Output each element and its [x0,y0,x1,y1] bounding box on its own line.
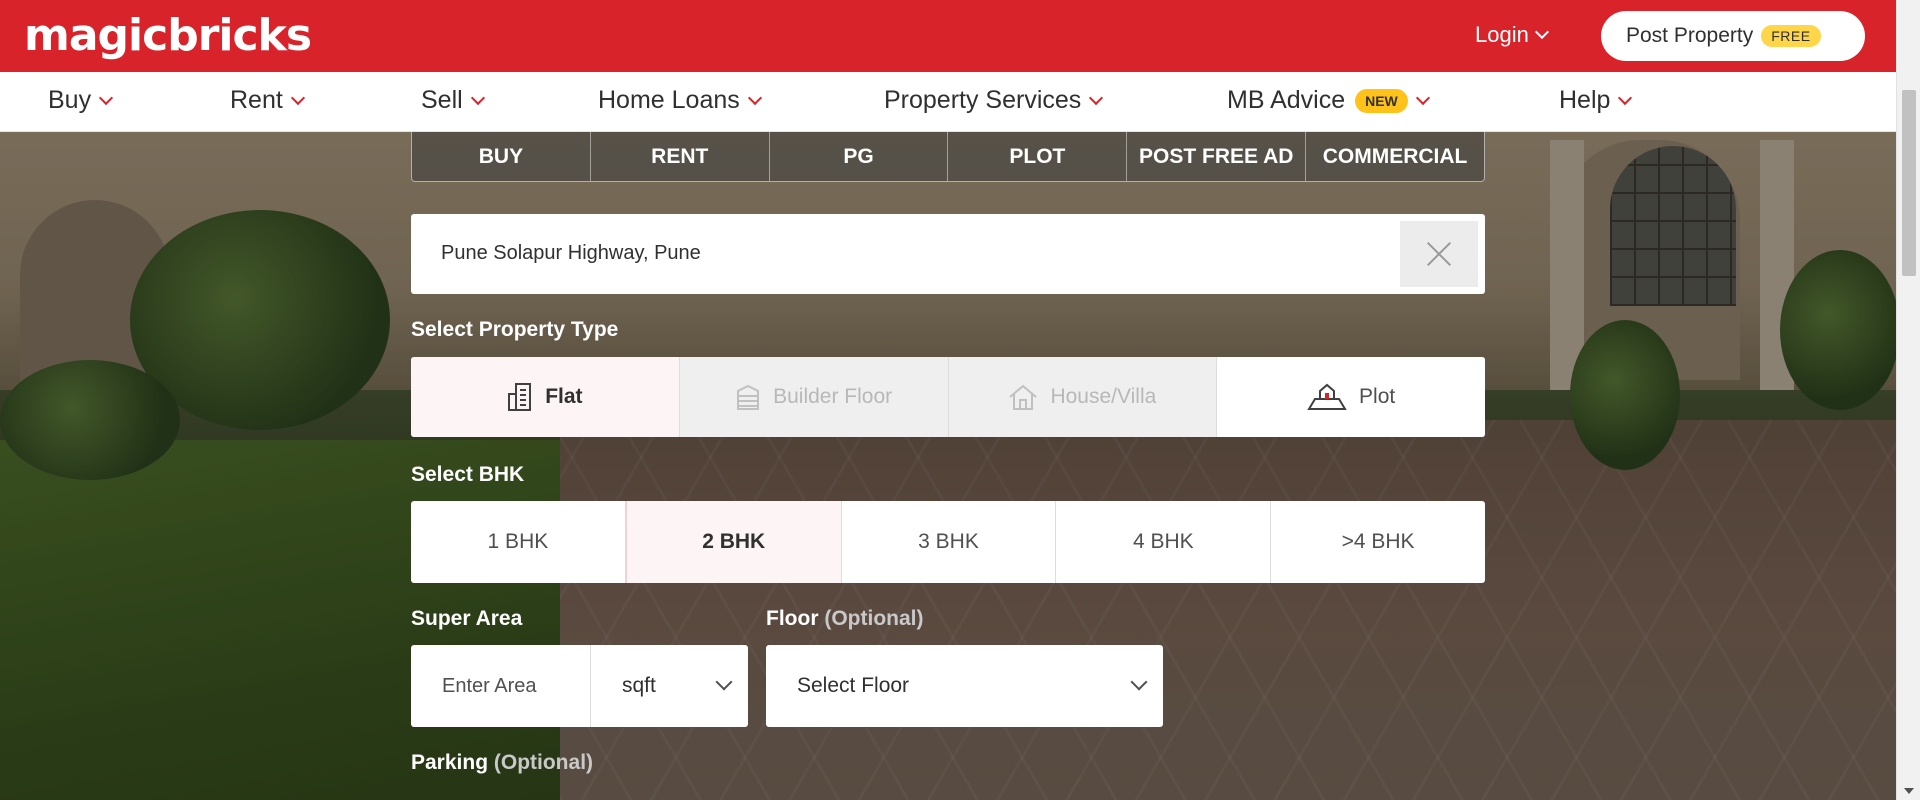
post-property-label: Post Property [1626,24,1754,47]
tab-buy[interactable]: BUY [412,132,591,181]
property-type-builder-floor[interactable]: Builder Floor [679,357,949,437]
tab-pg[interactable]: PG [770,132,949,181]
property-type-plot[interactable]: Plot [1217,357,1485,437]
parking-label-text: Parking [411,751,489,774]
bhk-option-1[interactable]: 1 BHK [411,501,626,583]
bhk-option-4[interactable]: 4 BHK [1056,501,1272,583]
nav-item-label: Rent [230,86,283,114]
nav-item-rent[interactable]: Rent [230,86,305,115]
chevron-down-icon [715,673,733,691]
main-nav: Buy Rent Sell Home Loans Property Servic… [0,72,1896,132]
floor-select[interactable]: Select Floor [766,645,1163,727]
area-unit-select[interactable]: sqft [591,645,748,727]
scrollbar-thumb[interactable] [1902,90,1916,276]
nav-item-label: Sell [421,86,463,114]
tab-rent[interactable]: RENT [591,132,770,181]
location-search-input[interactable]: Pune Solapur Highway, Pune [411,214,1485,294]
chevron-down-icon [747,90,762,105]
nav-item-label: Property Services [884,86,1082,114]
bhk-option-3[interactable]: 3 BHK [842,501,1057,583]
house-icon [1009,384,1038,410]
login-label: Login [1475,22,1529,47]
tab-commercial[interactable]: COMMERCIAL [1306,132,1484,181]
chevron-down-icon [1089,90,1104,105]
post-property-button[interactable]: Post Property FREE [1601,11,1865,61]
nav-item-label: MB Advice [1227,86,1346,114]
chevron-down-icon [1618,90,1633,105]
login-menu[interactable]: Login [1475,22,1549,48]
close-icon [1425,240,1453,268]
floor-label: Floor (Optional) [766,607,924,631]
property-type-label-text: House/Villa [1050,385,1157,408]
floors-icon [737,384,760,410]
property-type-flat[interactable]: Flat [411,357,680,437]
nav-item-label: Home Loans [598,86,740,114]
magicbricks-logo[interactable]: magicbricks [24,10,312,61]
optional-hint: (Optional) [824,607,924,630]
top-header: magicbricks Login Post Property FREE [0,0,1896,72]
tab-plot[interactable]: PLOT [948,132,1128,181]
chevron-down-icon [470,90,485,105]
property-type-house-villa[interactable]: House/Villa [948,357,1218,437]
property-type-label-text: Plot [1359,385,1396,408]
chevron-down-icon [1130,673,1148,691]
tab-post-free-ad[interactable]: POST FREE AD [1127,132,1307,181]
page-scrollbar[interactable] [1896,0,1920,800]
nav-item-label: Buy [48,86,92,114]
nav-item-help[interactable]: Help [1559,86,1633,115]
property-type-selector: Flat Builder Floor House/Villa Plot [411,357,1485,437]
nav-item-buy[interactable]: Buy [48,86,114,115]
clear-location-button[interactable] [1400,221,1478,287]
super-area-input[interactable]: Enter Area [411,645,591,727]
building-icon [508,383,532,411]
scroll-down-arrow-icon[interactable] [1904,788,1914,794]
floor-label-text: Floor [766,607,819,630]
nav-item-label: Help [1559,86,1611,114]
property-type-label: Select Property Type [411,318,619,341]
optional-hint: (Optional) [493,751,594,774]
bhk-selector: 1 BHK 2 BHK 3 BHK 4 BHK >4 BHK [411,501,1485,583]
location-search-value: Pune Solapur Highway, Pune [441,242,701,264]
bhk-option-more-than-4[interactable]: >4 BHK [1271,501,1485,583]
floor-select-value: Select Floor [797,674,910,697]
bhk-label: Select BHK [411,463,525,486]
free-badge: FREE [1761,25,1821,47]
chevron-down-icon [99,90,114,105]
nav-item-property-services[interactable]: Property Services [884,86,1104,115]
chevron-down-icon [1415,90,1430,105]
super-area-field: Enter Area sqft [411,645,748,727]
chevron-down-icon [1534,24,1549,40]
nav-item-home-loans[interactable]: Home Loans [598,86,762,115]
nav-item-mb-advice[interactable]: MB Advice NEW [1227,86,1430,115]
chevron-down-icon [290,90,305,105]
super-area-label: Super Area [411,607,523,630]
property-type-label-text: Builder Floor [773,385,893,408]
parking-label: Parking (Optional) [411,751,593,775]
area-unit-value: sqft [622,674,656,697]
bhk-option-2[interactable]: 2 BHK [625,501,842,583]
new-badge: NEW [1355,88,1408,113]
category-tabs: BUY RENT PG PLOT POST FREE AD COMMERCIAL [411,132,1485,182]
property-type-label-text: Flat [545,385,583,408]
nav-item-sell[interactable]: Sell [421,86,485,115]
plot-icon [1307,383,1347,410]
